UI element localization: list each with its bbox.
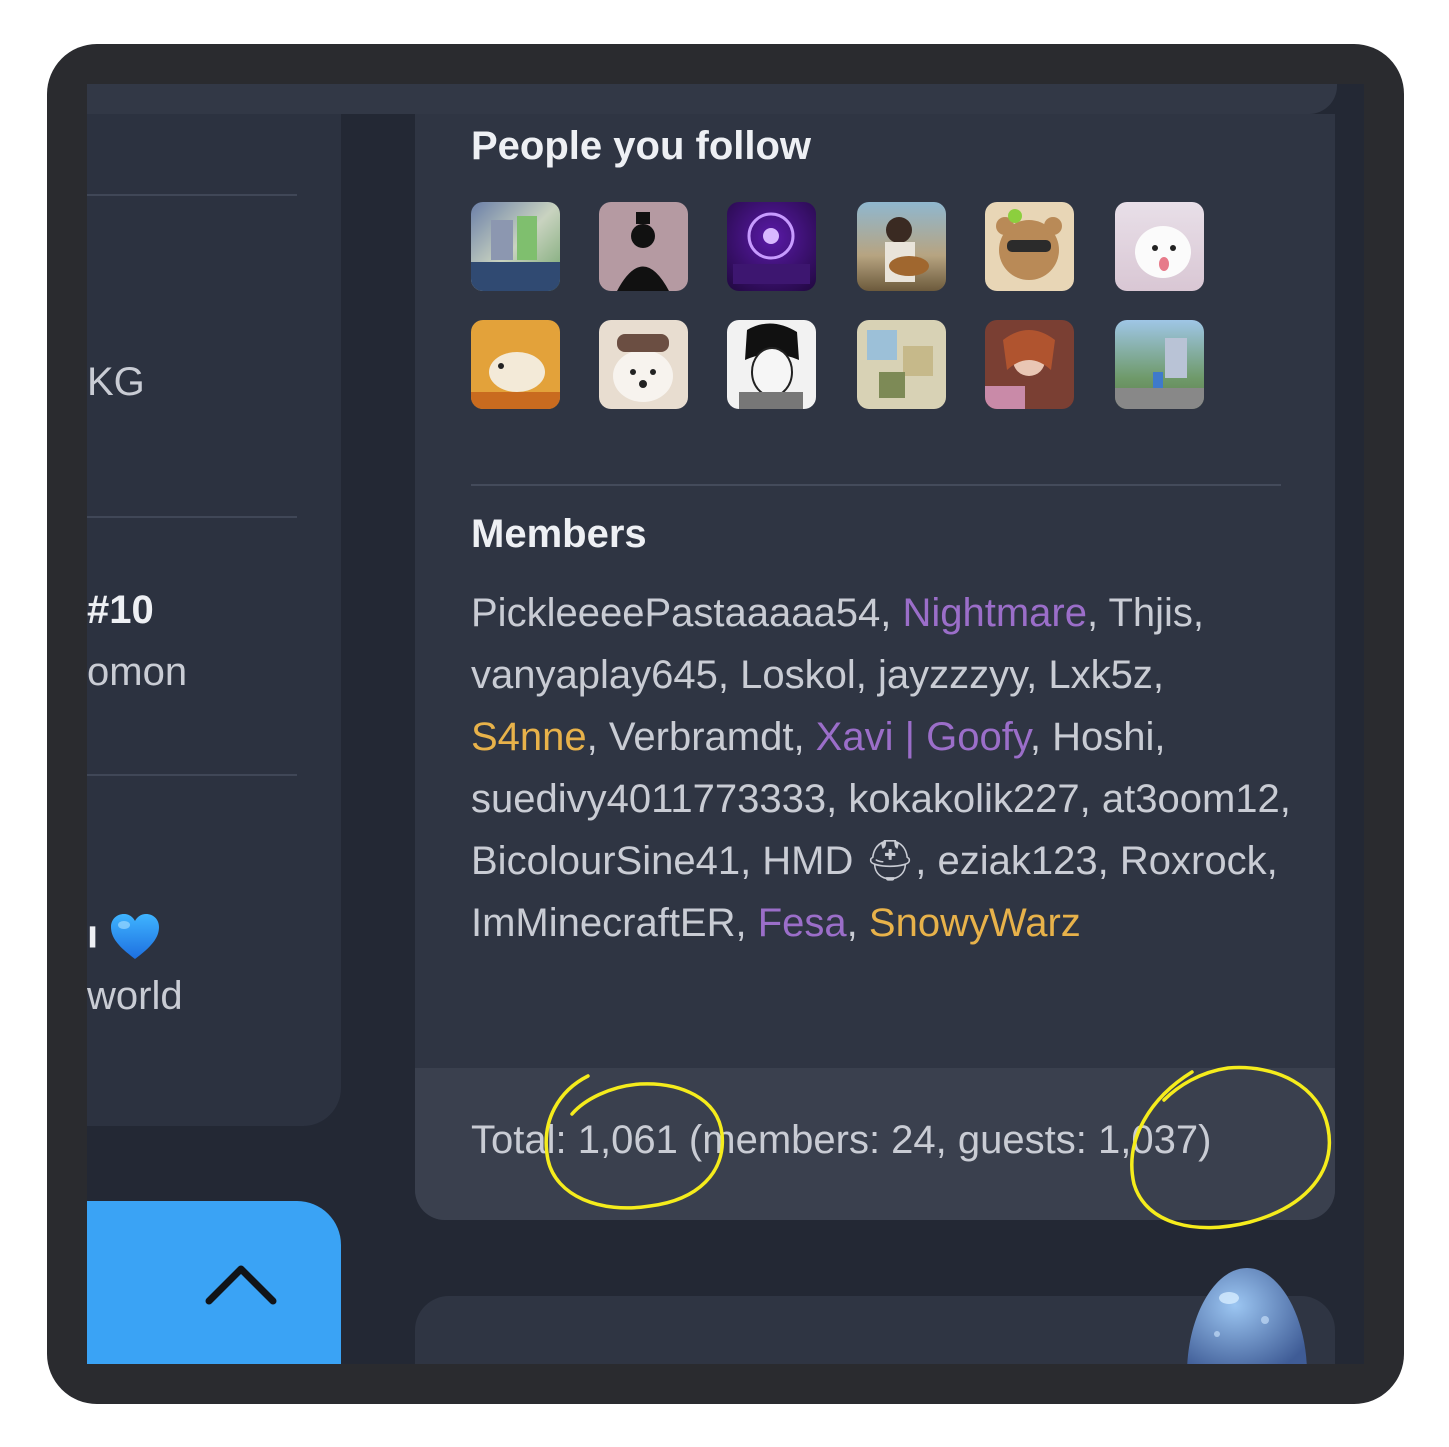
egg-icon — [1187, 1268, 1307, 1364]
sidebar-item-3-title-text: ı — [87, 912, 99, 957]
avatar-icon[interactable] — [857, 320, 946, 409]
avatar-icon[interactable] — [1115, 202, 1204, 291]
avatar-icon[interactable] — [857, 202, 946, 291]
member-separator: , — [855, 653, 878, 697]
avatar-art — [1115, 338, 1204, 409]
avatar-art — [471, 352, 560, 409]
member-link[interactable]: Thjis — [1108, 591, 1192, 635]
member-separator: , — [1026, 653, 1049, 697]
member-link[interactable]: Xavi | Goofy — [816, 715, 1030, 759]
sidebar-card: KG #10 omon ı world — [87, 114, 341, 1126]
sidebar-item-1-text[interactable]: KG — [87, 360, 145, 405]
divider — [87, 516, 297, 518]
member-separator: , — [1029, 715, 1053, 759]
avatar-art — [1135, 226, 1191, 278]
member-link[interactable]: at3oom12 — [1102, 777, 1280, 821]
avatar-icon[interactable] — [471, 202, 560, 291]
member-link[interactable]: SnowyWarz — [869, 901, 1081, 945]
member-separator: , — [1097, 839, 1120, 883]
online-users-card: People you follow Members PickleeeePasta… — [415, 114, 1335, 1220]
avatar-icon[interactable] — [471, 320, 560, 409]
member-link[interactable]: S4nne — [471, 715, 587, 759]
avatar-icon[interactable] — [985, 202, 1074, 291]
member-link[interactable]: ImMinecraftER — [471, 901, 736, 945]
member-link[interactable]: Nightmare — [902, 591, 1087, 635]
sidebar-item-2-subtitle: omon — [87, 650, 188, 694]
member-separator: , — [826, 777, 849, 821]
divider — [87, 194, 297, 196]
member-link[interactable]: Lxk5z — [1048, 653, 1153, 697]
member-separator: , — [1079, 777, 1102, 821]
sidebar-item-2-title[interactable]: #10 — [87, 588, 154, 633]
avatar-icon[interactable] — [1115, 320, 1204, 409]
member-link[interactable]: BicolourSine41 — [471, 839, 740, 883]
avatar-icon[interactable] — [727, 202, 816, 291]
avatar-art — [739, 323, 803, 409]
member-separator: , — [880, 591, 903, 635]
blue-heart-icon — [111, 914, 160, 959]
avatar-art — [617, 212, 669, 291]
member-link[interactable]: HMD ⛑ — [762, 839, 915, 883]
member-link[interactable]: kokakolik227 — [848, 777, 1079, 821]
member-separator: , — [793, 715, 816, 759]
member-separator: , — [846, 901, 869, 945]
member-link[interactable]: Loskol — [740, 653, 856, 697]
avatar-icon[interactable] — [727, 320, 816, 409]
member-separator: , — [740, 839, 763, 883]
member-link[interactable]: Fesa — [758, 901, 847, 945]
member-separator: , — [586, 715, 609, 759]
device-frame: KG #10 omon ı world People you follow Me… — [47, 44, 1404, 1404]
scroll-top-button[interactable] — [87, 1201, 341, 1364]
members-list: PickleeeePastaaaaa54, Nightmare, Thjis, … — [471, 582, 1291, 954]
avatar-art — [733, 212, 810, 284]
top-panel-edge — [87, 84, 1337, 114]
avatar-icon[interactable] — [599, 320, 688, 409]
avatar-art — [885, 217, 929, 282]
member-separator: , — [735, 901, 758, 945]
avatar-icon[interactable] — [599, 202, 688, 291]
sidebar-item-3-title[interactable]: ı — [87, 912, 161, 962]
member-link[interactable]: PickleeeePastaaaaa54 — [471, 591, 880, 635]
avatar-art — [867, 330, 933, 398]
member-separator: , — [1152, 653, 1164, 697]
online-stats-footer: Total: 1,061 (members: 24, guests: 1,037… — [415, 1068, 1335, 1220]
avatar-art — [985, 330, 1055, 409]
member-separator: , — [1266, 839, 1278, 883]
member-separator: , — [1086, 591, 1109, 635]
member-link[interactable]: jayzzzyy — [878, 653, 1026, 697]
member-separator: , — [1192, 591, 1205, 635]
members-title: Members — [471, 512, 647, 556]
screen: KG #10 omon ı world People you follow Me… — [87, 84, 1364, 1364]
avatar-art — [471, 216, 560, 291]
avatar-icon[interactable] — [985, 320, 1074, 409]
member-separator: , — [1154, 715, 1166, 759]
member-link[interactable]: eziak123 — [938, 839, 1098, 883]
divider — [471, 484, 1281, 486]
member-link[interactable]: Hoshi — [1052, 715, 1154, 759]
member-link[interactable]: Verbramdt — [609, 715, 794, 759]
member-link[interactable]: suedivy4011773333 — [471, 777, 826, 821]
online-total-text: Total: 1,061 (members: 24, guests: 1,037… — [471, 1118, 1212, 1162]
member-separator: , — [915, 839, 938, 883]
avatar-art — [996, 209, 1062, 280]
member-separator: , — [717, 653, 741, 697]
chevron-up-icon — [205, 1265, 277, 1305]
people-you-follow-title: People you follow — [471, 124, 812, 168]
member-link[interactable]: Roxrock — [1120, 839, 1267, 883]
avatar-art — [613, 334, 673, 402]
member-link[interactable]: vanyaplay645 — [471, 653, 718, 697]
sidebar-item-3-subtitle: world — [87, 974, 183, 1018]
member-separator: , — [1279, 777, 1291, 821]
divider — [87, 774, 297, 776]
